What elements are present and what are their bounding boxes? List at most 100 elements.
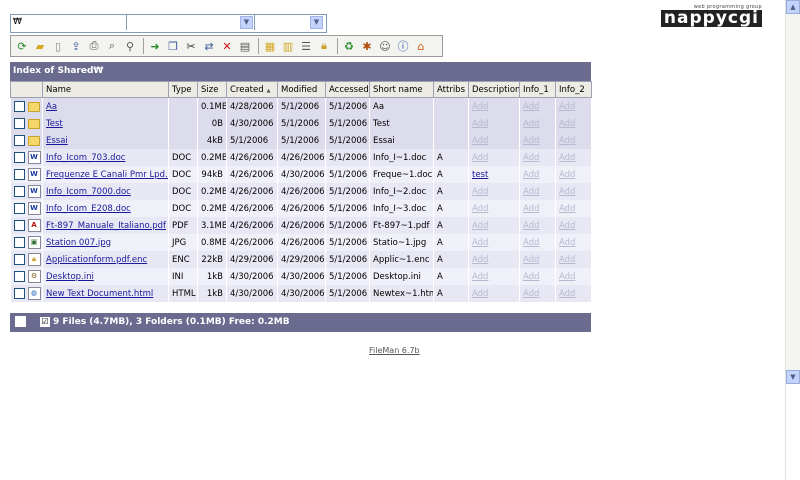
add-info2-link[interactable]: Add <box>559 238 575 248</box>
row-checkbox[interactable] <box>13 101 25 112</box>
add-description-link[interactable]: Add <box>472 136 488 146</box>
file-name-link[interactable]: Ft-897_Manuale_Italiano.pdf <box>46 221 166 231</box>
table-row[interactable]: Essai 4kB 5/1/2006 5/1/2006 5/1/2006 Essai Add… <box>10 132 592 149</box>
file-name-link[interactable]: Info_Icom_7000.doc <box>46 187 131 197</box>
add-info1-link[interactable]: Add <box>523 289 539 299</box>
add-description-link[interactable]: Add <box>472 102 488 112</box>
select-all-checkbox[interactable] <box>15 316 26 327</box>
row-checkbox[interactable] <box>13 135 25 146</box>
move-icon[interactable]: ➜ <box>147 38 163 54</box>
table-row[interactable]: ▣ Station 007.jpg JPG 0.8MB 4/26/2006 4/26/20… <box>10 234 592 251</box>
column-header[interactable]: Description <box>468 81 520 98</box>
column-header[interactable]: Name <box>42 81 169 98</box>
properties-icon[interactable]: ▤ <box>237 38 253 54</box>
add-info1-link[interactable]: Add <box>523 119 539 129</box>
new-folder-icon[interactable]: ▰ <box>32 38 48 54</box>
file-name-link[interactable]: Frequenze E Canali Pmr Lpd.doc <box>46 170 168 180</box>
add-info1-link[interactable]: Add <box>523 187 539 197</box>
add-description-link[interactable]: Add <box>472 238 488 248</box>
row-checkbox[interactable] <box>13 186 25 197</box>
add-info2-link[interactable]: Add <box>559 136 575 146</box>
add-info2-link[interactable]: Add <box>559 289 575 299</box>
add-info1-link[interactable]: Add <box>523 153 539 163</box>
view-select[interactable]: ▼ <box>255 15 324 30</box>
file-name-link[interactable]: New Text Document.html <box>46 289 153 299</box>
add-description-link[interactable]: Add <box>472 153 488 163</box>
table-row[interactable]: Aa 0.1MB 4/28/2006 5/1/2006 5/1/2006 Aa Add Add… <box>10 97 592 115</box>
column-header[interactable]: Short name <box>369 81 434 98</box>
add-info1-link[interactable]: Add <box>523 102 539 112</box>
table-row[interactable]: W Info_Icom_E208.doc DOC 0.2MB 4/26/2006 4/26… <box>10 200 592 217</box>
add-description-link[interactable]: Add <box>472 221 488 231</box>
new-file-icon[interactable]: ▯ <box>50 38 66 54</box>
row-checkbox[interactable] <box>13 220 25 231</box>
add-info2-link[interactable]: Add <box>559 221 575 231</box>
row-checkbox[interactable] <box>13 203 25 214</box>
archive-icon[interactable]: ♻ <box>341 38 357 54</box>
column-header[interactable]: Size <box>197 81 227 98</box>
add-info1-link[interactable]: Add <box>523 272 539 282</box>
add-info2-link[interactable]: Add <box>559 255 575 265</box>
column-header[interactable]: Info_1 <box>519 81 556 98</box>
search-icon[interactable]: ⌕ <box>104 38 120 54</box>
vertical-scrollbar[interactable]: ▲ ▼ <box>785 0 800 480</box>
add-info2-link[interactable]: Add <box>559 102 575 112</box>
add-info1-link[interactable]: Add <box>523 221 539 231</box>
add-info2-link[interactable]: Add <box>559 170 575 180</box>
row-checkbox[interactable] <box>13 271 25 282</box>
file-name-link[interactable]: Test <box>46 119 63 129</box>
file-name-link[interactable]: Info_Icom_E208.doc <box>46 204 131 214</box>
settings-icon[interactable]: ✱ <box>359 38 375 54</box>
add-info2-link[interactable]: Add <box>559 272 575 282</box>
row-checkbox[interactable] <box>13 237 25 248</box>
table-row[interactable]: W Info_Icom_703.doc DOC 0.2MB 4/26/2006 4/26/… <box>10 149 592 166</box>
view-icon[interactable]: ▥ <box>280 38 296 54</box>
file-name-link[interactable]: Aa <box>46 102 57 112</box>
row-checkbox[interactable] <box>13 169 25 180</box>
add-info1-link[interactable]: Add <box>523 204 539 214</box>
cut-icon[interactable]: ✂ <box>183 38 199 54</box>
rename-icon[interactable]: ⇄ <box>201 38 217 54</box>
list-icon[interactable]: ☰ <box>298 38 314 54</box>
find-icon[interactable]: ⚲ <box>122 38 138 54</box>
column-header[interactable] <box>10 81 43 98</box>
column-header[interactable]: Attribs <box>433 81 469 98</box>
add-description-link[interactable]: Add <box>472 255 488 265</box>
refresh-icon[interactable]: ⟳ <box>14 38 30 54</box>
add-info2-link[interactable]: Add <box>559 153 575 163</box>
add-info2-link[interactable]: Add <box>559 119 575 129</box>
lock-icon[interactable]: 🔒︎ <box>316 38 332 54</box>
print-icon[interactable]: ⎙ <box>86 38 102 54</box>
users-icon[interactable]: ☺ <box>377 38 393 54</box>
description-link[interactable]: test <box>472 170 488 180</box>
column-header[interactable]: Created ▲ <box>226 81 278 98</box>
column-header[interactable]: Type <box>168 81 198 98</box>
drive-select[interactable]: ₩ <box>11 15 127 30</box>
add-description-link[interactable]: Add <box>472 187 488 197</box>
add-info1-link[interactable]: Add <box>523 255 539 265</box>
add-description-link[interactable]: Add <box>472 272 488 282</box>
add-description-link[interactable]: Add <box>472 119 488 129</box>
add-info2-link[interactable]: Add <box>559 204 575 214</box>
add-info2-link[interactable]: Add <box>559 187 575 197</box>
table-row[interactable]: ⚙ Desktop.ini INI 1kB 4/30/2006 4/30/2006 5/1/… <box>10 268 592 285</box>
table-row[interactable]: A Ft-897_Manuale_Italiano.pdf PDF 3.1MB 4/26… <box>10 217 592 234</box>
table-row[interactable]: Test 0B 4/30/2006 5/1/2006 5/1/2006 Test Add Ad… <box>10 115 592 132</box>
file-name-link[interactable]: Essai <box>46 136 68 146</box>
row-checkbox[interactable] <box>13 152 25 163</box>
file-name-link[interactable]: Desktop.ini <box>46 272 94 282</box>
folder-select[interactable]: ▼ <box>127 15 255 30</box>
chevron-down-icon[interactable]: ▼ <box>240 16 253 29</box>
scroll-down-icon[interactable]: ▼ <box>786 370 800 384</box>
add-description-link[interactable]: Add <box>472 204 488 214</box>
column-header[interactable]: Info_2 <box>555 81 592 98</box>
table-row[interactable]: ◍ New Text Document.html HTML 1kB 4/30/2006 4… <box>10 285 592 302</box>
column-header[interactable]: Accessed <box>325 81 370 98</box>
tree-icon[interactable]: ▦ <box>262 38 278 54</box>
table-row[interactable]: 🔒︎ Applicationform.pdf.enc ENC 22kB 4/29/200… <box>10 251 592 268</box>
table-row[interactable]: W Frequenze E Canali Pmr Lpd.doc DOC 94kB 4/… <box>10 166 592 183</box>
chevron-down-icon[interactable]: ▼ <box>310 16 323 29</box>
row-checkbox[interactable] <box>13 254 25 265</box>
file-name-link[interactable]: Info_Icom_703.doc <box>46 153 125 163</box>
copy-icon[interactable]: ❐ <box>165 38 181 54</box>
